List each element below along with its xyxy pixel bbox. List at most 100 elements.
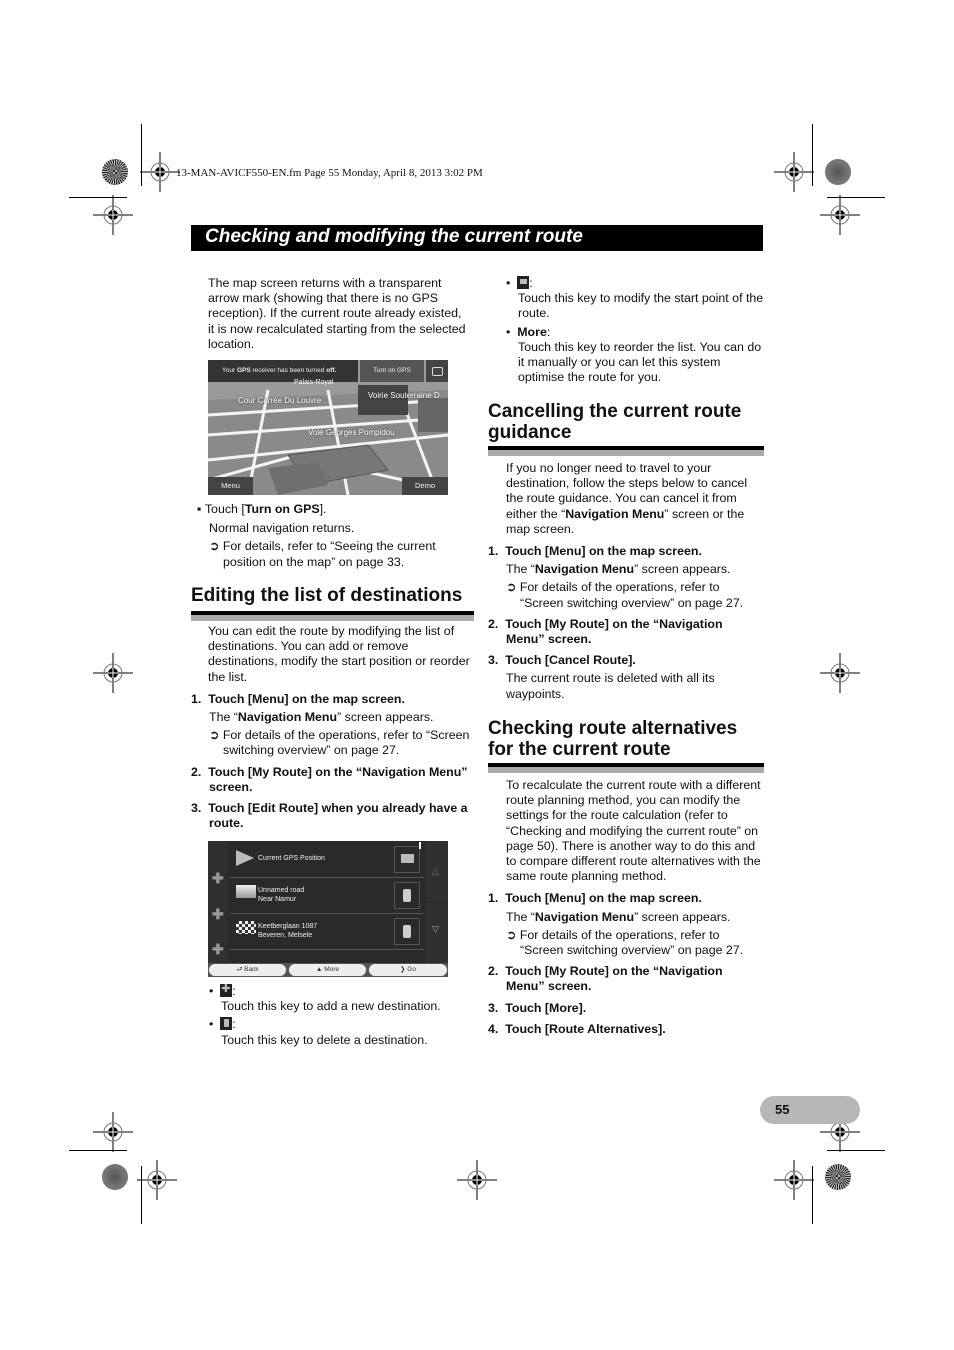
registration-mark (139, 151, 181, 193)
reference-note: ➲ For details of the operations, refer t… (506, 927, 744, 958)
crop-line (827, 197, 885, 198)
registration-mark (92, 1111, 134, 1153)
chevron-up-icon: ▲ (315, 966, 323, 973)
bullet-more: • More: Touch this key to reorder the li… (506, 324, 762, 385)
alt-intro: To recalculate the current route with a … (506, 778, 761, 884)
plus-icon: ✚ (220, 983, 233, 997)
cancel-body: If you no longer need to travel to your … (488, 461, 764, 702)
bullet-start-point: • : Touch this key to modify the start p… (506, 276, 764, 321)
plus-icon[interactable]: ✚ (212, 906, 224, 923)
intro-paragraph: The map screen returns with a transparen… (208, 276, 466, 351)
reference-note: ➲ For details of the operations, refer t… (506, 580, 744, 610)
registration-mark (136, 1159, 178, 1201)
back-button[interactable]: ⮐ Back (209, 964, 286, 976)
cancel-step-1-result: The “Navigation Menu” screen appears. (506, 562, 731, 577)
demo-button[interactable]: Demo (402, 477, 448, 495)
registration-mark (773, 1159, 815, 1201)
scrollbar-thumb[interactable] (419, 842, 421, 849)
view-toggle-button[interactable] (426, 360, 448, 382)
reference-note: ➲ For details, refer to “Seeing the curr… (209, 539, 436, 569)
bullet-add-destination: • ✚: Touch this key to add a new destina… (209, 983, 441, 1014)
cancel-step-3-result: The current route is deleted with all it… (506, 671, 715, 701)
heading-editing-destinations: Editing the list of destinations (191, 585, 463, 606)
alt-heading-block: Checking route alternatives for the curr… (488, 718, 764, 773)
heading-cancel-guidance: Cancelling the current route guidance (488, 401, 742, 443)
turn-on-gps-button[interactable]: Turn on GPS (360, 360, 424, 382)
list-item[interactable]: Current GPS Position (230, 842, 424, 878)
turn-on-gps-block: ▪ Touch [Turn on GPS]. Normal navigation… (191, 502, 471, 570)
step-2: 2. Touch [My Route] on the “Navigation M… (191, 764, 468, 794)
scroll-down-button[interactable]: ▽ (426, 902, 448, 963)
delete-button[interactable] (394, 882, 420, 909)
registration-mark (92, 652, 134, 694)
flag-icon (401, 854, 414, 863)
right-key-bullets: • : Touch this key to modify the start p… (488, 276, 764, 385)
trash-icon (403, 925, 411, 938)
step-1: 1. Touch [Menu] on the map screen. (191, 691, 405, 706)
flag-button[interactable] (394, 846, 420, 873)
alt-step-1: 1. Touch [Menu] on the map screen. (488, 891, 702, 906)
triangle-up-icon: △ (432, 866, 439, 876)
arrow-icon (236, 850, 254, 866)
scroll-up-button[interactable]: △ (426, 841, 448, 901)
step-3: 3. Touch [Edit Route] when you already h… (191, 801, 468, 831)
triangle-down-icon: ▽ (432, 924, 439, 934)
heading-route-alternatives: Checking route alternatives for the curr… (488, 718, 738, 760)
cancel-intro: If you no longer need to travel to your … (506, 461, 748, 536)
view-toggle-icon (432, 367, 443, 376)
plus-icon[interactable]: ✚ (212, 941, 224, 958)
registration-mark (819, 194, 861, 236)
map-label: Voirie Souterraine D (368, 391, 440, 400)
more-button[interactable]: ▲ More (289, 964, 366, 976)
instruction-bullet: ▪ Touch [Turn on GPS]. (197, 502, 327, 516)
trash-icon (220, 1017, 233, 1031)
edit-intro: You can edit the route by modifying the … (208, 624, 470, 684)
plus-icon[interactable]: ✚ (212, 870, 224, 887)
map-label: Palais-Royal (294, 379, 334, 386)
crop-line (141, 124, 142, 186)
list-item[interactable]: Keetberglaan 1087 Beveren, Melsele (230, 914, 424, 950)
list-item[interactable]: Unnamed road Near Namur (230, 878, 424, 914)
crop-line (812, 124, 813, 186)
checkered-flag-icon (236, 921, 256, 934)
map-label: Cour Carrée Du Louvre (238, 396, 322, 405)
crop-line (812, 1166, 813, 1224)
crop-line (69, 1150, 127, 1151)
gps-off-banner: Your GPS receiver has been turned off. (208, 360, 358, 382)
cancel-step-2: 2. Touch [My Route] on the “Navigation M… (488, 616, 723, 647)
flag-icon (236, 885, 256, 898)
registration-mark (773, 151, 815, 193)
alt-step-4: 4. Touch [Route Alternatives]. (488, 1021, 666, 1036)
reference-note: ➲ For details of the operations, refer t… (209, 728, 470, 758)
color-rosette (102, 159, 128, 185)
editing-heading-block: Editing the list of destinations (191, 585, 474, 621)
menu-button[interactable]: Menu (208, 477, 253, 495)
delete-button[interactable] (394, 918, 420, 945)
crop-line (141, 1166, 142, 1224)
step-1-result: The “Navigation Menu” screen appears. (209, 710, 434, 725)
flag-icon (517, 276, 530, 289)
alt-body: To recalculate the current route with a … (488, 778, 764, 1037)
bullet-delete-destination: • : Touch this key to delete a destinati… (209, 1017, 428, 1047)
trash-icon (403, 889, 411, 902)
map-label: Voie Georges Pompidou (308, 428, 395, 437)
crop-line (69, 197, 127, 198)
map-screenshot: Your GPS receiver has been turned off. T… (208, 360, 448, 495)
alt-step-3: 3. Touch [More]. (488, 1000, 587, 1015)
color-rosette (825, 1164, 851, 1190)
section-title: Checking and modifying the current route (205, 226, 583, 247)
edit-route-screenshot: ✚ ✚ ✚ Current GPS Position Unnamed road N… (208, 841, 448, 977)
registration-mark (456, 1159, 498, 1201)
alt-step-2: 2. Touch [My Route] on the “Navigation M… (488, 964, 723, 994)
go-button[interactable]: ❯ Go (369, 964, 447, 976)
registration-mark (92, 194, 134, 236)
color-rosette (102, 1164, 128, 1190)
file-info: 13-MAN-AVICF550-EN.fm Page 55 Monday, Ap… (176, 167, 483, 179)
heading-rule-shade (191, 615, 474, 621)
cancel-step-3: 3. Touch [Cancel Route]. (488, 653, 636, 668)
page-number: 55 (775, 1102, 790, 1117)
cancel-step-1: 1. Touch [Menu] on the map screen. (488, 544, 702, 559)
alt-step-1-result: The “Navigation Menu” screen appears. (506, 909, 731, 924)
chevron-right-icon: ❯ (400, 966, 406, 973)
back-arrow-icon: ⮐ (236, 966, 243, 973)
